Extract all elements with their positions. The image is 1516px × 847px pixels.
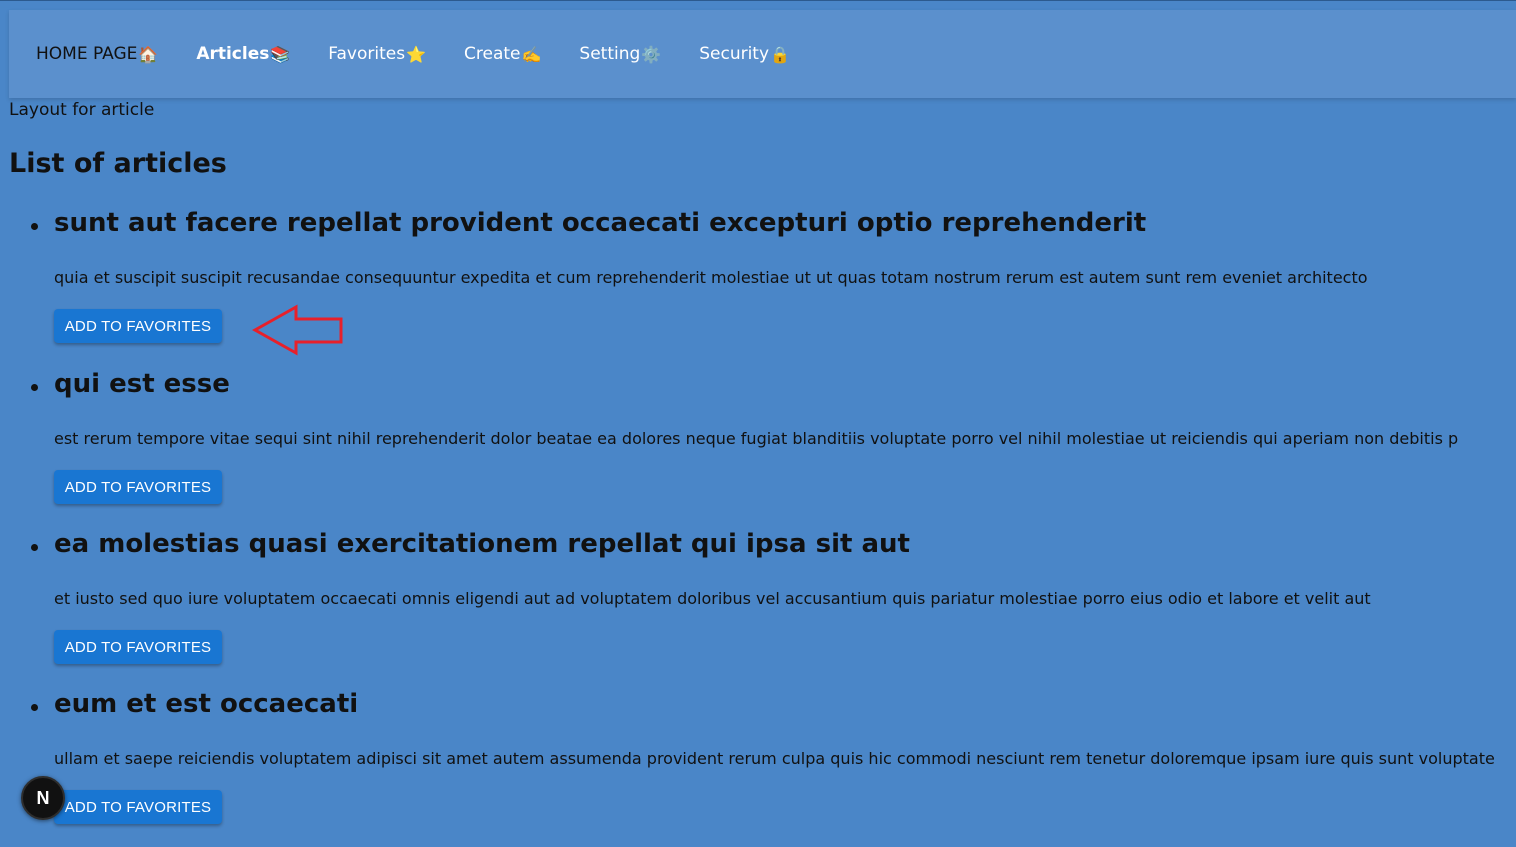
article-item: sunt aut facere repellat provident occae… [0, 206, 1516, 366]
nav-favorites-label: Favorites [328, 44, 406, 64]
nav-setting-label: Setting [579, 44, 641, 64]
lock-icon: 🔒 [770, 44, 790, 64]
nav-home-link[interactable]: HOME PAGE 🏠 [36, 44, 158, 64]
article-title: sunt aut facere repellat provident occae… [54, 208, 1147, 238]
nav-articles-link[interactable]: Articles 📚 [196, 44, 290, 64]
nav-create-label: Create [464, 44, 521, 64]
gear-icon: ⚙️ [641, 44, 662, 64]
add-to-favorites-button[interactable]: ADD TO FAVORITES [54, 790, 222, 824]
add-to-favorites-button[interactable]: ADD TO FAVORITES [54, 630, 222, 664]
list-bullet [31, 223, 38, 230]
nav-home-label: HOME PAGE [36, 44, 138, 64]
list-bullet [31, 384, 38, 391]
house-icon: 🏠 [138, 44, 159, 64]
article-item: eum et est occaecati ullam et saepe reic… [0, 687, 1516, 847]
list-title: List of articles [9, 148, 227, 179]
star-icon: ⭐ [406, 44, 426, 64]
list-bullet [31, 544, 38, 551]
window-top-border [0, 0, 1516, 1]
top-navbar: HOME PAGE 🏠 Articles 📚 Favorites ⭐ Create ✍️… [9, 10, 1516, 98]
nav-favorites-link[interactable]: Favorites ⭐ [328, 44, 426, 64]
nav-create-link[interactable]: Create ✍️ [464, 44, 541, 64]
nav-setting-link[interactable]: Setting ⚙️ [579, 44, 661, 64]
article-title: qui est esse [54, 369, 230, 399]
article-body: est rerum tempore vitae sequi sint nihil… [54, 429, 1459, 448]
add-to-favorites-button[interactable]: ADD TO FAVORITES [54, 309, 222, 343]
article-body: quia et suscipit suscipit recusandae con… [54, 268, 1368, 287]
red-arrow-left-icon [252, 304, 343, 356]
article-item: ea molestias quasi exercitationem repell… [0, 527, 1516, 687]
article-body: et iusto sed quo iure voluptatem occaeca… [54, 589, 1371, 608]
article-title: eum et est occaecati [54, 689, 359, 719]
books-icon: 📚 [270, 44, 291, 64]
article-item: qui est esse est rerum tempore vitae seq… [0, 367, 1516, 527]
add-to-favorites-button[interactable]: ADD TO FAVORITES [54, 470, 222, 504]
list-bullet [31, 704, 38, 711]
layout-label: Layout for article [9, 100, 155, 120]
article-title: ea molestias quasi exercitationem repell… [54, 529, 910, 559]
nav-articles-label: Articles [196, 44, 270, 64]
nextjs-icon[interactable]: N [21, 776, 65, 820]
article-body: ullam et saepe reiciendis voluptatem adi… [54, 749, 1495, 768]
writing-hand-icon: ✍️ [521, 44, 542, 64]
nav-security-label: Security [699, 44, 770, 64]
nav-security-link[interactable]: Security 🔒 [699, 44, 790, 64]
